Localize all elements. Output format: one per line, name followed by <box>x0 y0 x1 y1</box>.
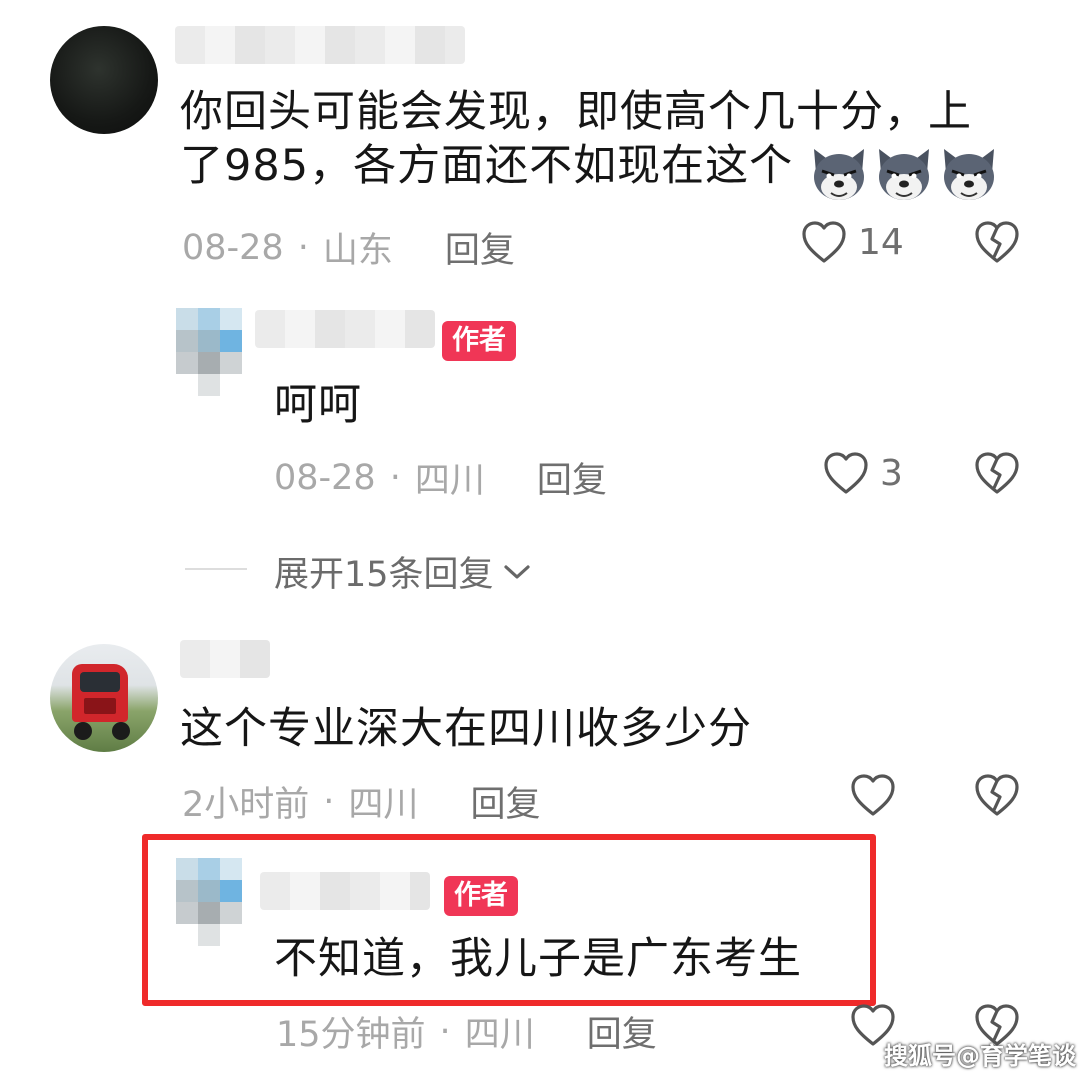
wolf-emoji-icon <box>944 149 994 200</box>
reply-button[interactable]: 回复 <box>470 776 540 827</box>
commenter-avatar[interactable] <box>50 26 158 134</box>
heart-icon <box>802 221 846 263</box>
dislike-heart-broken-icon[interactable] <box>972 772 1022 818</box>
comment-text-line-1: 你回头可能会发现，即使高个几十分，上 <box>180 87 972 137</box>
reply-location: 四川 <box>464 1015 535 1055</box>
avatar-truck-grille <box>84 698 116 714</box>
expand-divider <box>185 568 247 570</box>
watermark: 搜狐号@育学笔谈 <box>884 1042 1076 1070</box>
highlight-box <box>142 834 876 1006</box>
commenter-name-blurred[interactable] <box>175 26 465 64</box>
comment-meta: 2小时前 · 四川 回复 <box>182 776 540 827</box>
reply-button[interactable]: 回复 <box>587 1006 657 1057</box>
wolf-emoji-icon <box>879 149 929 200</box>
comment-text: 这个专业深大在四川收多少分 <box>180 704 752 754</box>
meta-separator: · <box>323 781 335 822</box>
like-button[interactable]: 3 <box>822 450 903 496</box>
dislike-heart-broken-icon[interactable] <box>972 450 1022 496</box>
dislike-heart-broken-icon[interactable] <box>972 219 1022 265</box>
meta-separator: · <box>439 1011 451 1052</box>
reply-date: 15分钟前 <box>276 1015 426 1055</box>
wolf-emoji-icon <box>814 149 864 200</box>
comment-text-line-2: 了985，各方面还不如现在这个 <box>180 141 794 191</box>
comment-meta: 08-28 · 山东 回复 <box>182 222 515 273</box>
meta-separator: · <box>389 457 401 498</box>
comment-date: 08-28 <box>182 227 284 268</box>
chevron-down-icon <box>503 564 530 579</box>
heart-icon[interactable] <box>848 772 898 818</box>
reply-meta: 08-28 · 四川 回复 <box>274 452 607 503</box>
avatar-truck-wheel <box>74 722 92 740</box>
author-name-blurred[interactable] <box>255 310 435 348</box>
reply-text: 呵呵 <box>274 380 362 430</box>
comment-location: 四川 <box>348 785 419 825</box>
like-count: 14 <box>858 221 904 263</box>
comment-location: 山东 <box>322 231 393 271</box>
avatar-truck-wheel <box>112 722 130 740</box>
author-avatar[interactable] <box>176 308 244 398</box>
expand-replies-label: 展开15条回复 <box>274 555 494 595</box>
reply-date: 08-28 <box>274 457 376 498</box>
heart-icon <box>824 452 868 494</box>
reply-button[interactable]: 回复 <box>445 222 515 273</box>
like-button[interactable]: 14 <box>800 219 904 265</box>
like-count: 3 <box>880 452 903 494</box>
comment-date: 2小时前 <box>182 785 310 825</box>
commenter-avatar[interactable] <box>50 644 158 752</box>
reply-meta: 15分钟前 · 四川 回复 <box>276 1006 657 1057</box>
expand-replies-button[interactable]: 展开15条回复 <box>274 546 532 597</box>
avatar-truck-window <box>80 672 120 692</box>
meta-separator: · <box>297 227 309 268</box>
reply-location: 四川 <box>414 461 485 501</box>
reply-button[interactable]: 回复 <box>537 452 607 503</box>
commenter-name-blurred[interactable] <box>180 640 270 678</box>
author-badge: 作者 <box>442 321 516 361</box>
